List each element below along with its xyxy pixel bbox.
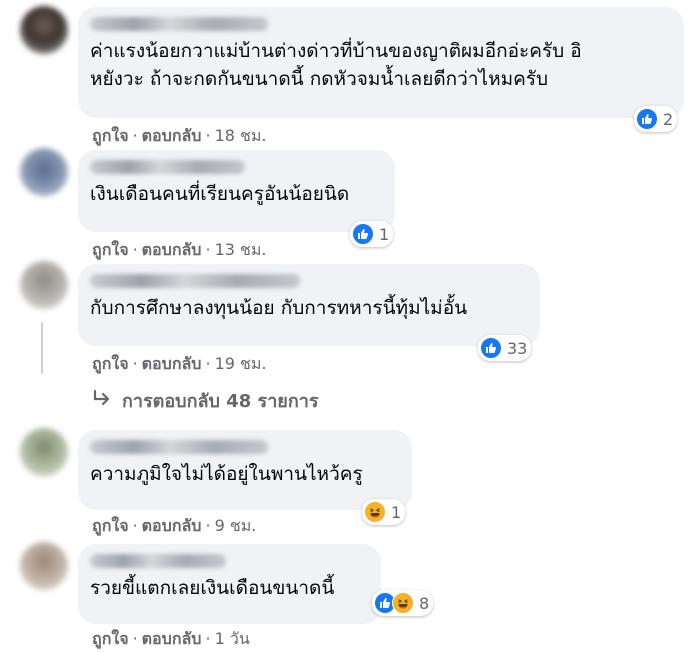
reaction-summary[interactable]: 2: [634, 106, 678, 132]
reaction-summary[interactable]: 8: [372, 590, 434, 616]
comment-actions: ถูกใจ · ตอบกลับ · 1 วัน: [92, 627, 250, 652]
view-replies-link[interactable]: การตอบกลับ 48 รายการ: [92, 386, 319, 415]
view-replies-label: การตอบกลับ 48 รายการ: [122, 391, 319, 412]
avatar[interactable]: [20, 542, 68, 590]
reply-thread-line: [41, 322, 43, 374]
comment-actions: ถูกใจ · ตอบกลับ · 9 ชม.: [92, 514, 256, 539]
like-button[interactable]: ถูกใจ: [92, 629, 129, 648]
commenter-name[interactable]: [90, 160, 245, 174]
comment-bubble: รวยขี้แตกเลยเงินเดือนขนาดนี้: [78, 544, 381, 624]
reply-button[interactable]: ตอบกลับ: [142, 240, 202, 259]
comment-bubble: เงินเดือนคนที่เรียนครูอันน้อยนิด: [78, 150, 395, 232]
reply-button[interactable]: ตอบกลับ: [142, 126, 202, 145]
comment-text: กับการศึกษาลงทุนน้อย กับการทหารนี้ทุ้มไม…: [90, 297, 468, 319]
like-icon: [636, 108, 658, 130]
comment-text: รวยขี้แตกเลยเงินเดือนขนาดนี้: [90, 577, 335, 599]
reaction-summary[interactable]: 1: [362, 499, 406, 525]
reply-button[interactable]: ตอบกลับ: [142, 354, 202, 373]
comment-time[interactable]: 18 ชม.: [215, 126, 267, 145]
avatar[interactable]: [20, 428, 68, 476]
like-button[interactable]: ถูกใจ: [92, 126, 129, 145]
commenter-name[interactable]: [90, 17, 268, 31]
reply-button[interactable]: ตอบกลับ: [142, 629, 202, 648]
like-icon: [480, 337, 502, 359]
avatar[interactable]: [20, 261, 68, 309]
separator-dot: ·: [205, 240, 211, 259]
like-icon: [352, 223, 374, 245]
like-button[interactable]: ถูกใจ: [92, 354, 129, 373]
comment-time[interactable]: 1 วัน: [215, 629, 250, 648]
avatar[interactable]: [20, 6, 68, 54]
separator-dot: ·: [132, 516, 138, 535]
reaction-count: 33: [507, 338, 528, 358]
comment-text: เงินเดือนคนที่เรียนครูอันน้อยนิด: [90, 183, 350, 205]
avatar[interactable]: [20, 148, 68, 196]
reply-button[interactable]: ตอบกลับ: [142, 516, 202, 535]
comment-bubble: ค่าแรงน้อยกวาแม่บ้านต่างด่าวที่บ้านของญา…: [78, 7, 684, 118]
comment-actions: ถูกใจ · ตอบกลับ · 13 ชม.: [92, 238, 267, 263]
comment-actions: ถูกใจ · ตอบกลับ · 18 ชม.: [92, 124, 267, 149]
haha-icon: [364, 501, 386, 523]
reaction-summary[interactable]: 33: [478, 335, 532, 361]
comment-bubble: ความภูมิใจไม่ได้อยู่ในพานไหว้ครู: [78, 430, 412, 510]
separator-dot: ·: [132, 126, 138, 145]
reaction-count: 1: [391, 502, 402, 522]
reaction-count: 1: [379, 224, 390, 244]
reaction-summary[interactable]: 1: [350, 221, 394, 247]
comment-text: ค่าแรงน้อยกวาแม่บ้านต่างด่าวที่บ้านของญา…: [90, 40, 582, 90]
comment-time[interactable]: 19 ชม.: [215, 354, 267, 373]
separator-dot: ·: [132, 240, 138, 259]
reaction-count: 2: [663, 109, 674, 129]
separator-dot: ·: [205, 516, 211, 535]
commenter-name[interactable]: [90, 274, 300, 288]
comment-bubble: กับการศึกษาลงทุนน้อย กับการทหารนี้ทุ้มไม…: [78, 264, 540, 346]
commenter-name[interactable]: [90, 440, 268, 454]
reaction-count: 8: [419, 593, 430, 613]
like-button[interactable]: ถูกใจ: [92, 516, 129, 535]
separator-dot: ·: [205, 629, 211, 648]
comment-time[interactable]: 9 ชม.: [215, 516, 257, 535]
separator-dot: ·: [132, 629, 138, 648]
separator-dot: ·: [132, 354, 138, 373]
separator-dot: ·: [205, 126, 211, 145]
comment-text: ความภูมิใจไม่ได้อยู่ในพานไหว้ครู: [90, 463, 363, 485]
reply-arrow-icon: [92, 389, 112, 412]
comment-actions: ถูกใจ · ตอบกลับ · 19 ชม.: [92, 352, 267, 377]
comment-time[interactable]: 13 ชม.: [215, 240, 267, 259]
like-button[interactable]: ถูกใจ: [92, 240, 129, 259]
haha-icon: [392, 592, 414, 614]
separator-dot: ·: [205, 354, 211, 373]
commenter-name[interactable]: [90, 554, 226, 568]
